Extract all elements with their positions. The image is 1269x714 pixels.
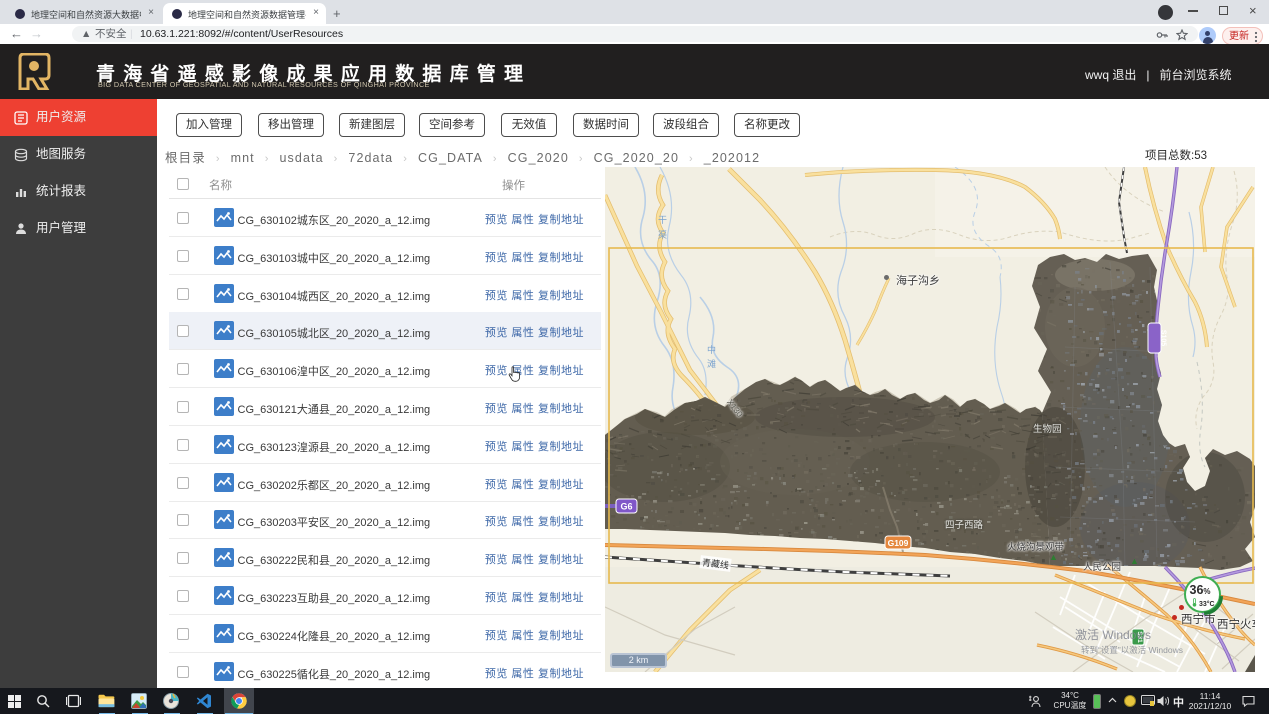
svg-text:G109: G109	[888, 538, 909, 548]
svg-text:S105: S105	[1160, 330, 1167, 346]
svg-text:G6: G6	[620, 502, 632, 512]
